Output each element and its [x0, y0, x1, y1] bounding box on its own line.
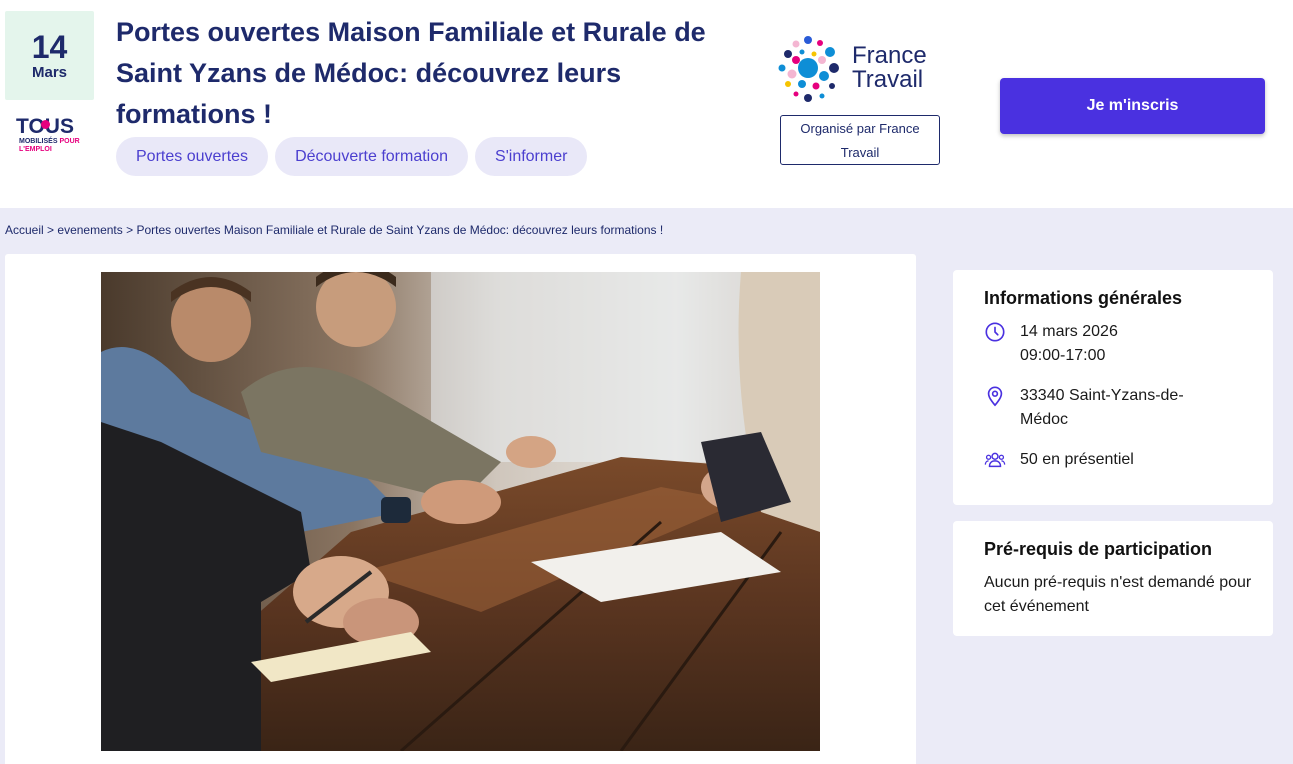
- tag-portes-ouvertes[interactable]: Portes ouvertes: [116, 137, 269, 176]
- breadcrumb-events-link[interactable]: evenements: [57, 223, 122, 237]
- info-location-line2: Médoc: [1020, 411, 1069, 428]
- general-info-card: Informations générales 14 mars 2026 09:0…: [953, 270, 1273, 505]
- event-date-month: Mars: [31, 63, 68, 81]
- breadcrumb-home-link[interactable]: Accueil: [5, 223, 44, 237]
- event-header: 14 Mars TOUS MOBILISÉS POUR L'EMPLOI Por…: [0, 0, 1293, 208]
- event-date-badge: 14 Mars: [5, 11, 94, 100]
- info-attendance: 50 en présentiel: [1020, 451, 1134, 468]
- france-travail-dots-icon: [778, 36, 839, 102]
- event-photo: [101, 272, 820, 751]
- breadcrumb-current: Portes ouvertes Maison Familiale et Rura…: [136, 223, 664, 237]
- people-icon: [984, 452, 1006, 468]
- clock-icon: [985, 322, 1005, 342]
- info-location-line1: 33340 Saint-Yzans-de-: [1020, 387, 1184, 404]
- event-title: Portes ouvertes Maison Familiale et Rura…: [116, 17, 706, 129]
- prerequisites-text: Aucun pré-requis n'est demandé pour cet …: [984, 574, 1252, 615]
- organizer-badge: Organisé par France Travail: [780, 115, 940, 165]
- general-info-title: Informations générales: [984, 288, 1183, 308]
- france-travail-logo: France Travail: [774, 30, 944, 108]
- register-button[interactable]: Je m'inscris: [1000, 78, 1265, 134]
- prerequisites-card: Pré-requis de participation Aucun pré-re…: [953, 521, 1273, 636]
- breadcrumb: Accueil > evenements > Portes ouvertes M…: [5, 223, 664, 237]
- event-date-day: 14: [31, 28, 68, 65]
- info-time: 09:00-17:00: [1020, 347, 1106, 364]
- tous-mobilises-logo: TOUS MOBILISÉS POUR L'EMPLOI: [16, 116, 86, 158]
- info-row-location: 33340 Saint-Yzans-de- Médoc: [984, 384, 1184, 432]
- event-tags: Portes ouvertes Découverte formation S'i…: [116, 137, 588, 176]
- map-pin-icon: [987, 386, 1003, 407]
- info-row-attendance: 50 en présentiel: [984, 448, 1134, 472]
- tag-s-informer[interactable]: S'informer: [475, 137, 588, 176]
- prerequisites-title: Pré-requis de participation: [984, 539, 1213, 559]
- tag-decouverte-formation[interactable]: Découverte formation: [275, 137, 469, 176]
- info-row-datetime: 14 mars 2026 09:00-17:00: [984, 320, 1118, 368]
- info-date: 14 mars 2026: [1020, 323, 1118, 340]
